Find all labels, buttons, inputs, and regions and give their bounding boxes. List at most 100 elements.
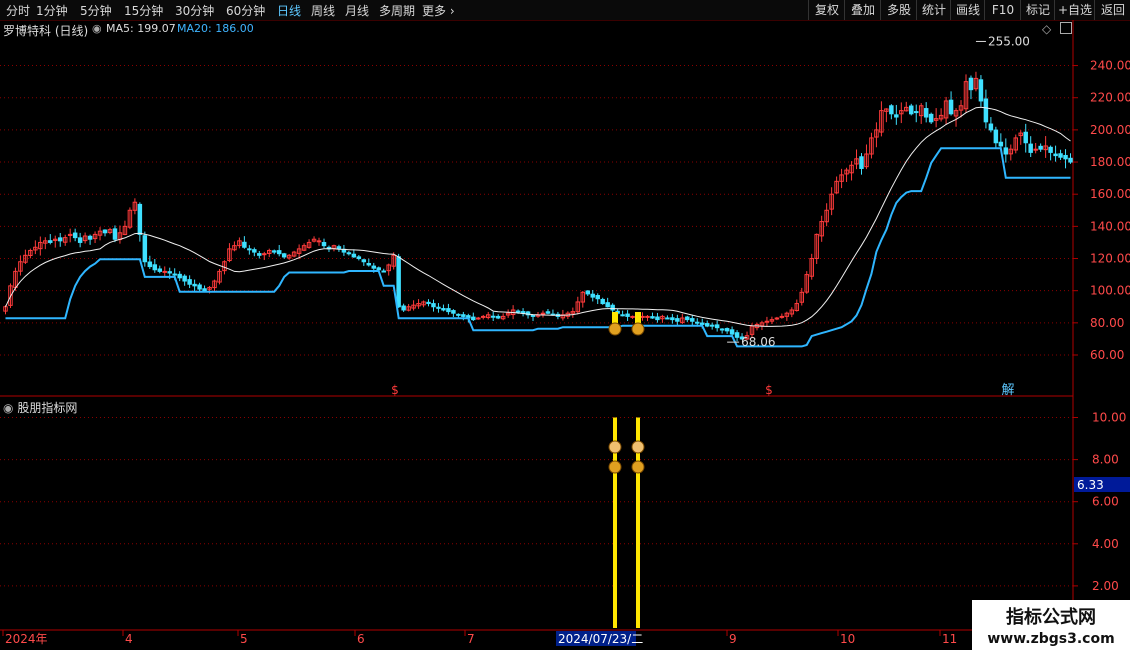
candle-body	[1033, 148, 1038, 151]
candle-body	[540, 312, 546, 315]
y-tick-label: 140.00	[1090, 219, 1130, 233]
candle-body	[495, 315, 501, 319]
indicator-toggle-icon[interactable]: ◉	[3, 401, 13, 415]
candle-body	[923, 108, 929, 118]
settings-gear-icon[interactable]: ◉	[92, 22, 102, 35]
candle-body	[1038, 145, 1043, 150]
watermark: 指标公式网 www.zbgs3.com	[972, 600, 1130, 650]
dollar-marker: $	[391, 383, 399, 397]
dollar-marker: $	[765, 383, 773, 397]
candle-body	[779, 315, 785, 318]
candle-body	[476, 317, 481, 320]
candle-body	[177, 273, 182, 279]
y-tick-label: 120.00	[1090, 252, 1130, 266]
x-tick-label: 4	[125, 632, 133, 646]
diamond-icon[interactable]: ◇	[1042, 22, 1051, 36]
candle-body	[655, 316, 660, 321]
y-tick-label: 180.00	[1090, 155, 1130, 169]
candle-body	[968, 77, 974, 91]
candle-body	[605, 302, 610, 308]
candle-body	[515, 310, 521, 313]
candle-body	[490, 315, 496, 318]
y-tick-label: 2.00	[1092, 579, 1119, 593]
watermark-url: www.zbgs3.com	[987, 631, 1115, 647]
ma5-label: MA5: 199.07	[106, 22, 176, 35]
candle-body	[152, 264, 158, 271]
window-toggle-icon[interactable]	[1060, 22, 1072, 34]
candle-body	[77, 237, 83, 243]
candle-body	[993, 129, 999, 144]
candle-body	[262, 253, 267, 256]
candle-body	[87, 235, 93, 240]
candle-body	[1053, 153, 1058, 157]
candle-body	[461, 314, 466, 317]
candle-body	[1058, 153, 1063, 158]
candle-body	[426, 301, 431, 305]
candle-body	[590, 293, 595, 298]
candle-body	[600, 298, 605, 305]
candle-body	[316, 240, 322, 243]
candle-body	[585, 290, 591, 295]
candle-body	[545, 311, 551, 314]
candle-body	[441, 308, 446, 311]
candle-body	[436, 306, 441, 309]
candle-body	[645, 315, 650, 318]
candle-body	[640, 315, 645, 318]
y-tick-label: 100.00	[1090, 284, 1130, 298]
high-price-label: 255.00	[988, 34, 1030, 48]
candle-body	[630, 315, 635, 318]
candle-body	[1023, 131, 1028, 144]
candle-body	[456, 313, 461, 316]
candle-body	[281, 253, 287, 258]
candle-body	[1048, 146, 1053, 153]
signal-bar	[612, 312, 618, 324]
candle-body	[709, 324, 715, 327]
candle-body	[276, 250, 282, 255]
x-tick-label: 2024年	[5, 632, 48, 646]
signal-bar	[635, 312, 641, 324]
candle-body	[1063, 154, 1068, 160]
kline-chart[interactable]: 60.00 80.00 100.00 120.00 140.00 160.00 180.00…	[0, 0, 1130, 650]
candle-body	[371, 265, 377, 269]
candle-body	[351, 253, 357, 258]
y-tick-label: 4.00	[1092, 537, 1119, 551]
pointing-hand-icon	[631, 440, 645, 454]
candle-body	[381, 270, 386, 273]
y-tick-label: 80.00	[1090, 316, 1124, 330]
candle-body	[909, 105, 914, 115]
candle-body	[978, 79, 984, 102]
low-price-label: 68.06	[741, 335, 775, 349]
y-tick-label: 6.00	[1092, 495, 1119, 509]
candle-body	[172, 273, 177, 276]
candle-body	[321, 242, 327, 247]
candle-body	[859, 156, 864, 169]
candle-body	[471, 316, 476, 321]
candle-body	[376, 267, 381, 271]
candle-body	[595, 295, 600, 300]
money-bag-icon	[608, 322, 622, 336]
y-tick-label: 8.00	[1092, 453, 1119, 467]
candle-body	[72, 232, 78, 239]
value-badge-text: 6.33	[1077, 478, 1104, 492]
pointing-hand-icon	[608, 440, 622, 454]
candle-body	[182, 275, 187, 282]
candle-body	[157, 268, 163, 272]
ma-line	[5, 106, 1071, 327]
money-bag-icon	[631, 322, 645, 336]
candle-body	[719, 328, 725, 331]
candle-body	[1003, 147, 1009, 155]
candle-body	[252, 249, 257, 253]
candle-body	[530, 314, 536, 317]
candle-body	[137, 203, 143, 235]
candle-body	[620, 314, 625, 317]
candle-body	[197, 284, 202, 290]
money-bag-icon	[608, 460, 622, 474]
ma20-label: MA20: 186.00	[177, 22, 254, 35]
candle-body	[625, 313, 630, 317]
candle-body	[675, 318, 680, 322]
y-tick-label: 220.00	[1090, 91, 1130, 105]
candle-body	[734, 332, 740, 338]
candle-body	[1068, 157, 1073, 163]
candle-body	[57, 237, 63, 242]
indicator-name: 股朋指标网	[17, 401, 78, 415]
